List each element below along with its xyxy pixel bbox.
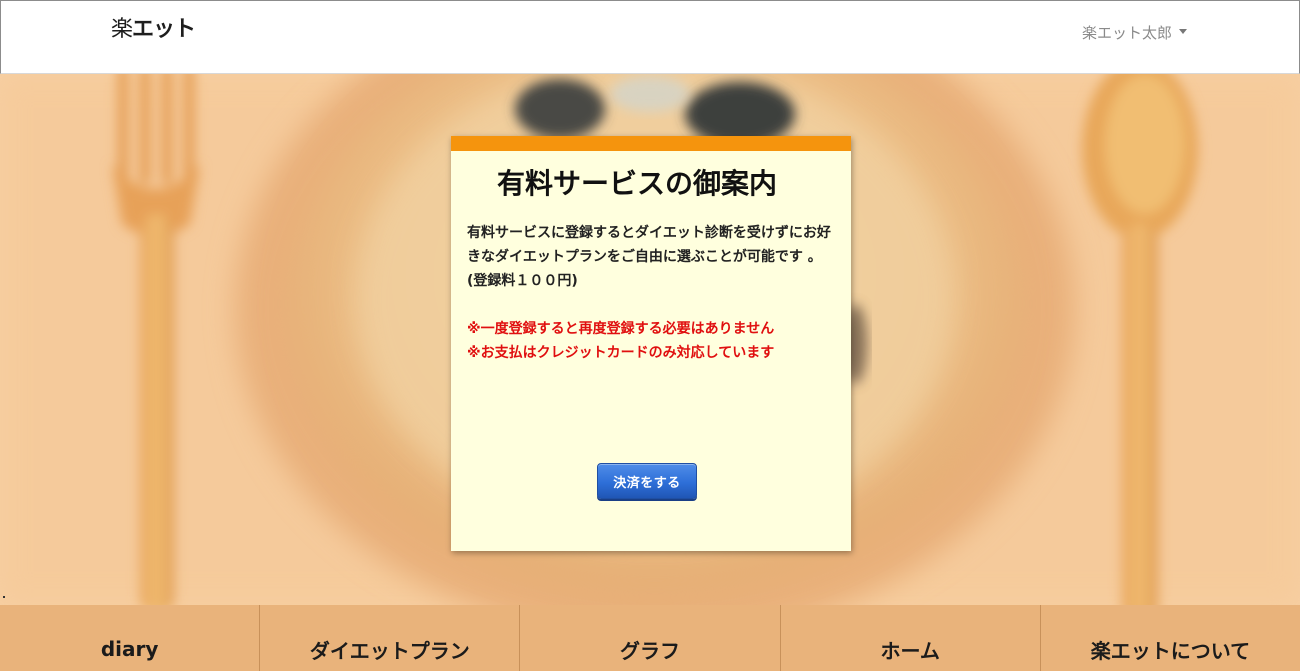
logo-text: エット <box>132 17 196 42</box>
top-navbar: 楽エット 楽エット太郎 <box>0 0 1300 74</box>
user-menu-dropdown[interactable]: 楽エット太郎 <box>1082 23 1187 43</box>
bottom-nav: diary ダイエットプラン グラフ ホーム 楽エットについて <box>0 605 1300 671</box>
site-logo[interactable]: 楽エット <box>111 16 196 44</box>
card-accent-bar <box>451 136 851 151</box>
nav-item-graph[interactable]: グラフ <box>519 605 779 671</box>
pay-button[interactable]: 決済をする <box>597 463 697 499</box>
logo-mark: 楽 <box>111 17 133 42</box>
paid-service-card: 有料サービスの御案内 有料サービスに登録するとダイエット診断を受けずにお好きなダ… <box>451 136 851 551</box>
nav-item-diet-plan[interactable]: ダイエットプラン <box>259 605 519 671</box>
caret-down-icon <box>1179 29 1187 34</box>
nav-item-home[interactable]: ホーム <box>779 605 1040 671</box>
card-description: 有料サービスに登録するとダイエット診断を受けずにお好きなダイエットプランをご自由… <box>467 225 831 289</box>
card-title: 有料サービスの御案内 <box>497 167 778 200</box>
user-name: 楽エット太郎 <box>1081 24 1172 42</box>
card-notes: ※一度登録すると再度登録する必要はありません ※お支払はクレジットカードのみ対応… <box>467 317 839 365</box>
nav-item-diary[interactable]: diary <box>0 605 259 671</box>
card-note: ※お支払はクレジットカードのみ対応しています <box>467 345 775 361</box>
card-note: ※一度登録すると再度登録する必要はありません <box>467 321 775 337</box>
stray-dot <box>3 596 5 598</box>
nav-item-about[interactable]: 楽エットについて <box>1039 605 1300 671</box>
